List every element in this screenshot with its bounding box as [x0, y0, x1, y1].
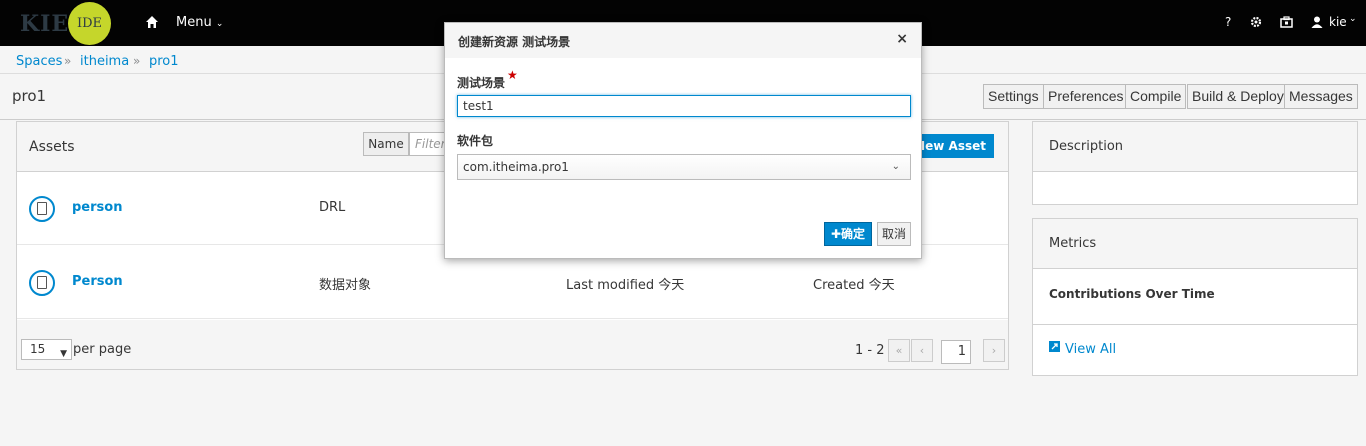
help-icon[interactable]: ?: [1225, 15, 1231, 29]
briefcase-icon[interactable]: [1280, 16, 1293, 28]
package-value: com.itheima.pro1: [463, 160, 569, 174]
sort-name-button[interactable]: Name: [363, 132, 409, 156]
view-all-link[interactable]: View All: [1065, 342, 1116, 357]
page-range: 1 - 2: [855, 343, 885, 358]
gear-icon[interactable]: [1250, 16, 1262, 28]
contributions-section: Contributions Over Time: [1033, 269, 1357, 325]
prev-page-button[interactable]: ‹: [911, 339, 933, 362]
kie-logo[interactable]: KIE: [20, 11, 69, 37]
messages-button[interactable]: Messages: [1284, 84, 1358, 109]
home-icon[interactable]: [145, 15, 159, 29]
chevron-down-icon: ⌄: [215, 19, 224, 29]
user-name: kie: [1329, 15, 1347, 29]
pagination-footer: 15 ▼ per page 1 - 2 « ‹ 1 ›: [17, 320, 1008, 369]
dialog-title: 创建新资源 测试场景: [458, 35, 571, 49]
contributions-title: Contributions Over Time: [1049, 287, 1215, 301]
description-panel: Description: [1032, 121, 1358, 205]
data-object-icon: [29, 270, 55, 296]
breadcrumb-project[interactable]: pro1: [149, 54, 179, 69]
next-page-button[interactable]: ›: [983, 339, 1005, 362]
description-header: Description: [1033, 122, 1357, 172]
ok-label: 确定: [841, 227, 866, 241]
user-icon: [1311, 16, 1323, 28]
page-number-input[interactable]: 1: [941, 340, 971, 364]
dialog-header: 创建新资源 测试场景 ×: [445, 23, 921, 58]
asset-type: DRL: [319, 200, 346, 215]
package-field-label: 软件包: [457, 134, 494, 148]
menu-label: Menu: [176, 15, 212, 30]
preferences-button[interactable]: Preferences: [1043, 84, 1129, 109]
per-page-value: 15: [30, 342, 46, 356]
breadcrumb-separator: »: [133, 54, 141, 68]
asset-last-modified: Last modified 今天: [566, 278, 685, 293]
package-select[interactable]: com.itheima.pro1 ⌄: [457, 154, 911, 180]
asset-name-link[interactable]: person: [72, 200, 122, 215]
metrics-title: Metrics: [1049, 236, 1097, 251]
external-link-icon: [1049, 341, 1060, 352]
asset-created: Created 今天: [813, 278, 895, 293]
cancel-button[interactable]: 取消: [877, 222, 911, 246]
compile-button[interactable]: Compile: [1125, 84, 1187, 109]
breadcrumb-space[interactable]: itheima: [80, 54, 129, 69]
ok-button[interactable]: ✚确定: [824, 222, 872, 246]
page-title: pro1: [12, 87, 47, 105]
required-star-icon: ★: [507, 68, 518, 82]
close-icon[interactable]: ×: [896, 31, 908, 47]
caret-down-icon: ▼: [60, 349, 67, 359]
breadcrumb-spaces[interactable]: Spaces: [16, 54, 62, 69]
build-deploy-button[interactable]: Build & Deploy: [1187, 84, 1289, 109]
settings-button[interactable]: Settings: [983, 84, 1044, 109]
assets-title: Assets: [29, 139, 75, 155]
chevron-down-icon: ⌄: [1349, 14, 1357, 24]
asset-name-link[interactable]: Person: [72, 274, 123, 289]
per-page-label: per page: [73, 342, 132, 357]
metrics-panel: Metrics Contributions Over Time View All: [1032, 218, 1358, 376]
plus-icon: ✚: [830, 227, 842, 241]
new-resource-dialog: 创建新资源 测试场景 × 测试场景 ★ test1 软件包 com.itheim…: [444, 22, 922, 259]
name-input[interactable]: test1: [457, 95, 911, 117]
chevron-down-icon: ⌄: [891, 161, 900, 172]
first-page-button[interactable]: «: [888, 339, 910, 362]
menu-dropdown[interactable]: Menu ⌄: [176, 15, 223, 30]
per-page-select[interactable]: 15 ▼: [21, 339, 72, 360]
drl-file-icon: [29, 196, 55, 222]
asset-type: 数据对象: [319, 278, 372, 293]
ide-logo-badge[interactable]: IDE: [68, 2, 111, 45]
breadcrumb-separator: »: [64, 54, 72, 68]
metrics-header: Metrics: [1033, 219, 1357, 269]
name-field-label: 测试场景: [457, 76, 506, 90]
description-title: Description: [1049, 139, 1124, 154]
